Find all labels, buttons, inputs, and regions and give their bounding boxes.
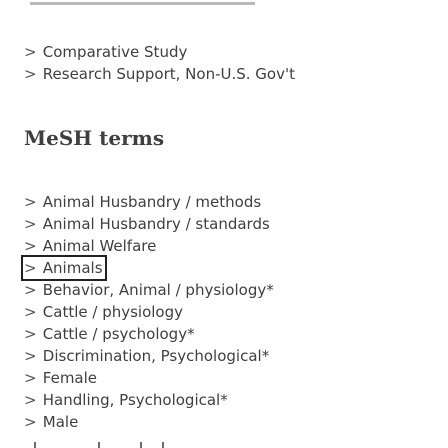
mesh-terms-list: > Animal Husbandry / methods > Animal Hu… bbox=[21, 191, 274, 433]
clipped-text-fragment bbox=[34, 442, 36, 448]
publication-type-label[interactable]: Research Support, Non-U.S. Gov't bbox=[43, 65, 295, 83]
clipped-text-fragment bbox=[30, 2, 255, 5]
chevron-right-icon[interactable]: > bbox=[24, 279, 38, 301]
mesh-terms-heading: MeSH terms bbox=[24, 126, 165, 150]
mesh-term-label[interactable]: Discrimination, Psychological* bbox=[43, 347, 269, 365]
mesh-term-label[interactable]: Animals bbox=[43, 259, 103, 277]
mesh-term-item[interactable]: > Handling, Psychological* bbox=[24, 389, 274, 411]
chevron-right-icon[interactable]: > bbox=[24, 323, 38, 345]
chevron-right-icon[interactable]: > bbox=[24, 257, 38, 279]
mesh-term-item[interactable]: > Animal Husbandry / standards bbox=[24, 213, 274, 235]
chevron-right-icon[interactable]: > bbox=[24, 63, 38, 85]
publication-type-item[interactable]: > Comparative Study bbox=[24, 41, 295, 63]
mesh-term-label[interactable]: Male bbox=[43, 413, 79, 431]
clipped-text-fragment bbox=[98, 442, 100, 448]
mesh-term-label[interactable]: Behavior, Animal / physiology* bbox=[43, 281, 274, 299]
mesh-term-item[interactable]: > Discrimination, Psychological* bbox=[24, 345, 274, 367]
chevron-right-icon[interactable]: > bbox=[24, 411, 38, 433]
mesh-term-label[interactable]: Cattle / psychology* bbox=[43, 325, 195, 343]
clipped-next-item bbox=[30, 438, 190, 448]
mesh-term-label[interactable]: Cattle / physiology bbox=[43, 303, 183, 321]
mesh-term-label[interactable]: Handling, Psychological* bbox=[43, 391, 228, 409]
mesh-term-item[interactable]: > Male bbox=[24, 411, 274, 433]
clipped-previous-item bbox=[30, 0, 255, 6]
mesh-term-item[interactable]: > Cattle / physiology bbox=[24, 301, 274, 323]
publication-type-label[interactable]: Comparative Study bbox=[43, 43, 188, 61]
mesh-term-item[interactable]: > Animal Husbandry / methods bbox=[24, 191, 274, 213]
mesh-term-item-focused[interactable]: > Animals bbox=[21, 255, 107, 281]
chevron-right-icon[interactable]: > bbox=[24, 389, 38, 411]
mesh-term-label[interactable]: Animal Husbandry / standards bbox=[43, 215, 270, 233]
chevron-right-icon[interactable]: > bbox=[24, 41, 38, 63]
clipped-text-fragment bbox=[140, 442, 142, 448]
mesh-term-item[interactable]: > Cattle / psychology* bbox=[24, 323, 274, 345]
chevron-right-icon[interactable]: > bbox=[24, 235, 38, 257]
mesh-term-item[interactable]: > Behavior, Animal / physiology* bbox=[24, 279, 274, 301]
chevron-right-icon[interactable]: > bbox=[24, 191, 38, 213]
mesh-term-label[interactable]: Female bbox=[43, 369, 97, 387]
mesh-term-label[interactable]: Animal Husbandry / methods bbox=[43, 193, 261, 211]
mesh-term-item[interactable]: > Animal Welfare bbox=[24, 235, 274, 257]
chevron-right-icon[interactable]: > bbox=[24, 213, 38, 235]
chevron-right-icon[interactable]: > bbox=[24, 345, 38, 367]
clipped-text-fragment bbox=[162, 442, 164, 448]
chevron-right-icon[interactable]: > bbox=[24, 367, 38, 389]
mesh-term-label[interactable]: Animal Welfare bbox=[43, 237, 157, 255]
mesh-term-item[interactable]: > Female bbox=[24, 367, 274, 389]
publication-type-item[interactable]: > Research Support, Non-U.S. Gov't bbox=[24, 63, 295, 85]
publication-types-list: > Comparative Study > Research Support, … bbox=[24, 41, 295, 85]
chevron-right-icon[interactable]: > bbox=[24, 301, 38, 323]
